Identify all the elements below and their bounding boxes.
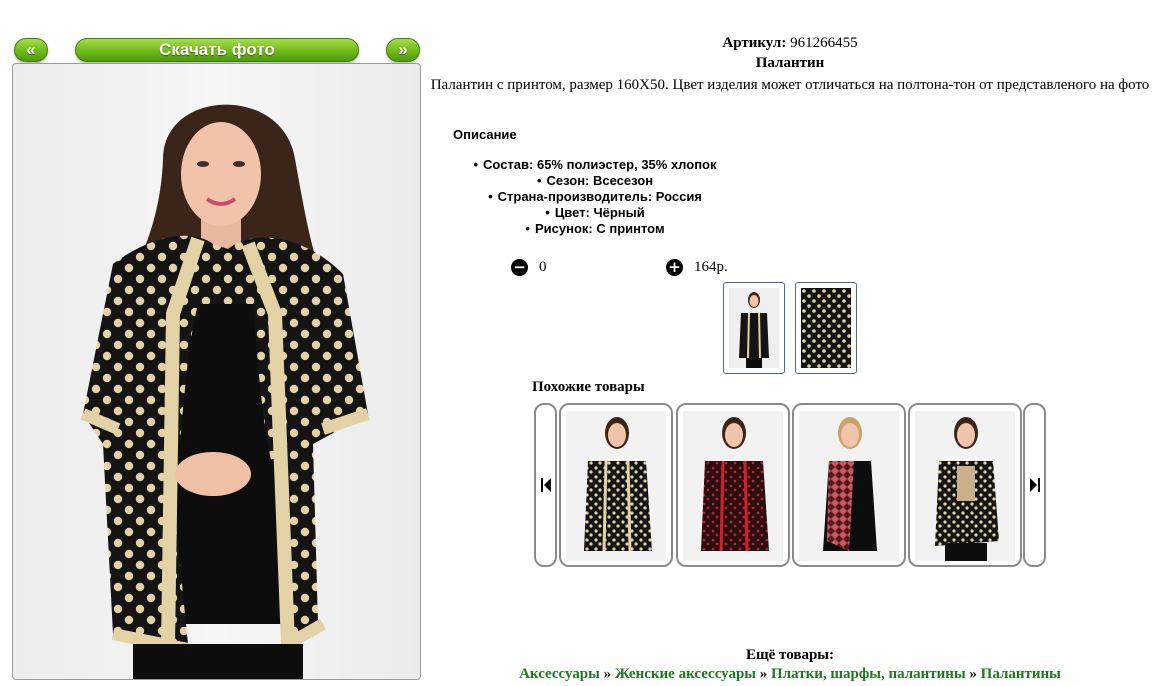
sku-value: 961266455: [790, 35, 858, 51]
main-product-photo[interactable]: [12, 63, 421, 680]
similar-products-title: Похожие товары: [532, 379, 645, 395]
thumbnail-model-image: [729, 288, 779, 368]
download-photo-button[interactable]: Скачать фото: [75, 38, 359, 62]
price-value: 164р.: [694, 258, 728, 275]
breadcrumb-scarves[interactable]: Платки, шарфы, палантины: [771, 666, 966, 682]
carousel-prev-button[interactable]: [534, 403, 557, 567]
sku-line: Артикул: 961266455: [430, 35, 1150, 52]
next-photo-button[interactable]: »: [386, 38, 420, 62]
breadcrumb-stoles[interactable]: Палантины: [981, 666, 1061, 682]
similar-product-image: [915, 411, 1015, 561]
quantity-value: 0: [539, 258, 547, 275]
product-name: Палантин: [755, 55, 825, 71]
description-title: Описание: [453, 127, 517, 142]
skip-back-icon: [540, 478, 551, 492]
similar-product-card[interactable]: [559, 403, 673, 567]
similar-product-card[interactable]: [792, 403, 906, 567]
property-item: Цвет: Чёрный: [430, 205, 760, 221]
skip-forward-icon: [1029, 478, 1040, 492]
product-description: Палантин с принтом, размер 160Х50. Цвет …: [430, 77, 1150, 93]
prev-photo-button[interactable]: «: [14, 38, 48, 62]
similar-product-card[interactable]: [676, 403, 790, 567]
property-item: Страна-производитель: Россия: [430, 189, 760, 205]
property-item: Рисунок: С принтом: [430, 221, 760, 237]
price-control: + 164р.: [666, 258, 728, 276]
quantity-control: − 0: [511, 258, 547, 276]
properties-list: Состав: 65% полиэстер, 35% хлопок Сезон:…: [430, 157, 760, 237]
property-item: Состав: 65% полиэстер, 35% хлопок: [430, 157, 760, 173]
plus-circle-icon[interactable]: +: [666, 258, 683, 276]
similar-product-card[interactable]: [908, 403, 1022, 567]
thumbnail-fabric[interactable]: [795, 282, 857, 374]
minus-circle-icon[interactable]: −: [511, 258, 528, 276]
breadcrumb: Аксессуары » Женские аксессуары » Платки…: [430, 666, 1150, 683]
breadcrumb-womens-accessories[interactable]: Женские аксессуары: [615, 666, 756, 682]
model-photo-illustration: [80, 104, 370, 679]
more-products-title: Ещё товары:: [745, 647, 835, 663]
similar-product-image: [566, 411, 666, 561]
similar-product-image: [799, 411, 899, 561]
breadcrumb-separator: »: [759, 666, 768, 682]
carousel-next-button[interactable]: [1023, 403, 1046, 567]
breadcrumb-accessories[interactable]: Аксессуары: [519, 666, 600, 682]
breadcrumb-separator: »: [969, 666, 977, 682]
property-item: Сезон: Всесезон: [430, 173, 760, 189]
thumbnail-fabric-image: [801, 288, 851, 368]
thumbnail-model[interactable]: [723, 282, 785, 374]
sku-label: Артикул:: [722, 35, 787, 51]
similar-product-image: [683, 411, 783, 561]
breadcrumb-separator: »: [603, 666, 612, 682]
